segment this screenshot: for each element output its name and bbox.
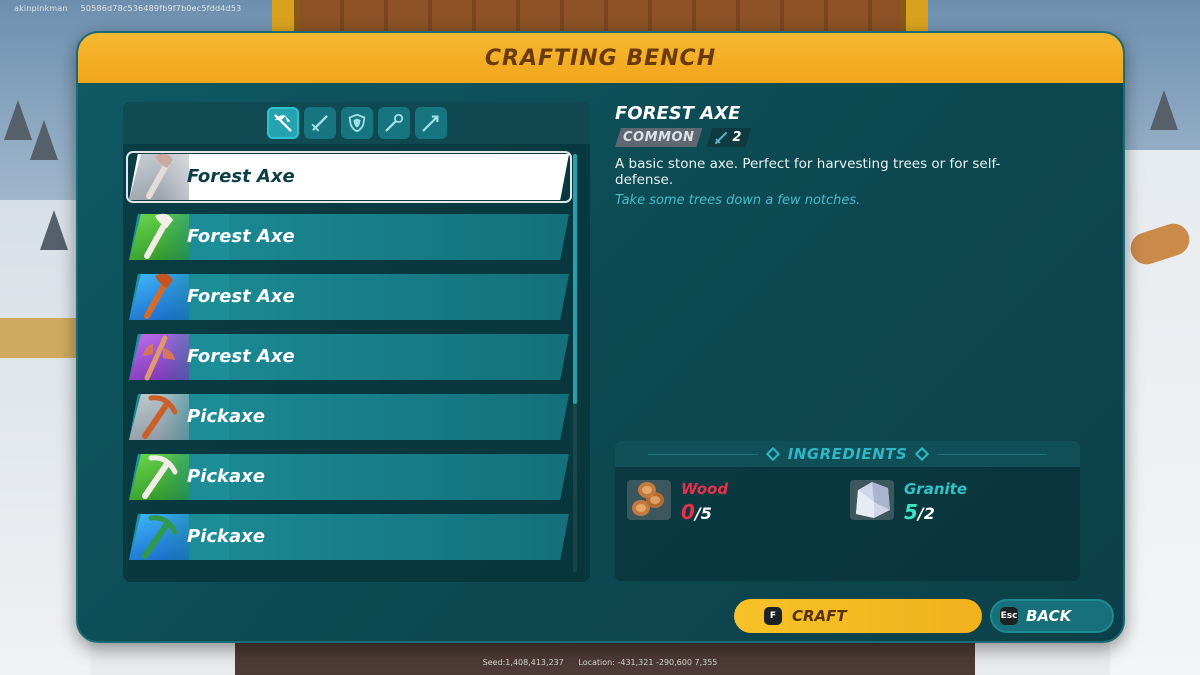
granite-icon (850, 480, 894, 520)
seed-text: Seed:1,408,413,237 (482, 658, 564, 667)
ingredient-quantity: 0/5 (681, 500, 712, 524)
recipe-item-forest-axe-common[interactable]: Forest Axe (126, 151, 572, 203)
pickaxe-icon (142, 395, 178, 439)
ingredients-title: INGREDIENTS (787, 445, 908, 463)
rarity-badge: COMMON (615, 128, 702, 147)
level-value: 2 (732, 130, 742, 145)
double-axe-icon (143, 335, 175, 381)
session-id: 50586d78c536489fb9f7b0ec5fdd4d53 (80, 4, 242, 13)
tab-weapons[interactable] (303, 107, 336, 139)
background-tree (30, 120, 58, 160)
ingredient-name: Granite (904, 480, 967, 498)
ingredient-name: Wood (681, 480, 729, 498)
recipe-label: Forest Axe (187, 226, 295, 247)
ingredient-have: 0 (681, 500, 695, 524)
background-tree (4, 100, 32, 140)
pickaxe-icon (142, 455, 178, 499)
detail-flavor-text: Take some trees down a few notches. (615, 193, 861, 208)
tab-ranged[interactable] (414, 107, 447, 139)
craft-label: CRAFT (792, 607, 847, 625)
ingredient-quantity: 5/2 (904, 500, 935, 524)
tab-tools[interactable] (266, 107, 299, 139)
wand-icon (384, 113, 403, 132)
recipe-item-forest-axe-epic[interactable]: Forest Axe (129, 334, 569, 381)
axe-icon (144, 273, 173, 319)
detail-description: A basic stone axe. Perfect for harvestin… (615, 156, 1001, 188)
sword-icon (311, 115, 328, 132)
recipe-list-panel: Forest Axe Forest Axe Forest Axe Forest … (123, 102, 590, 582)
ingredients-header: INGREDIENTS (615, 441, 1080, 467)
ingredients-panel: INGREDIENTS Wood 0/5 Granite 5/2 (615, 441, 1080, 581)
axe-icon (146, 153, 173, 199)
sword-level-icon (714, 131, 728, 145)
panel-header: CRAFTING BENCH (78, 33, 1123, 83)
diamond-icon (765, 446, 780, 462)
tab-armor[interactable] (340, 107, 373, 139)
tab-magic[interactable] (377, 107, 410, 139)
recipe-label: Forest Axe (187, 286, 295, 307)
pickaxe-icon (142, 515, 178, 559)
shield-icon (348, 113, 365, 133)
background-tree (1150, 90, 1178, 130)
panel-title: CRAFTING BENCH (484, 45, 717, 71)
crafting-panel: CRAFTING BENCH Forest Axe Forest Axe For… (76, 31, 1125, 643)
recipe-item-forest-axe-uncommon[interactable]: Forest Axe (129, 213, 569, 260)
recipe-label: Pickaxe (187, 406, 265, 427)
location-text: Location: -431,321 -290,600 7,355 (578, 658, 718, 667)
debug-overlay: akinpinkman 50586d78c536489fb9f7b0ec5fdd… (14, 4, 251, 13)
wood-logs-icon (627, 480, 671, 520)
level-badge: 2 (706, 128, 751, 147)
background-tree (40, 210, 68, 250)
detail-tags: COMMON 2 (615, 128, 1085, 147)
back-button[interactable]: Esc BACK (990, 599, 1114, 633)
list-scrollbar-thumb[interactable] (573, 154, 577, 404)
category-tabs (123, 102, 590, 144)
detail-title: FOREST AXE (615, 103, 741, 124)
ingredient-need: /2 (917, 504, 935, 523)
recipe-item-pickaxe-uncommon[interactable]: Pickaxe (129, 454, 569, 500)
world-info: Seed:1,408,413,237 Location: -431,321 -2… (0, 658, 1200, 667)
keybind-f: F (764, 607, 782, 625)
ingredient-need: /5 (694, 504, 712, 523)
ingredient-granite: Granite 5/2 (848, 474, 1058, 524)
pickaxe-axe-icon (273, 114, 292, 132)
craft-button[interactable]: F CRAFT (734, 599, 982, 633)
recipe-label: Pickaxe (187, 466, 265, 487)
recipe-item-forest-axe-rare[interactable]: Forest Axe (129, 273, 569, 320)
player-name: akinpinkman (14, 4, 68, 13)
axe-icon (144, 213, 173, 259)
ingredient-wood: Wood 0/5 (625, 474, 835, 524)
diamond-icon (915, 446, 930, 462)
recipe-detail: FOREST AXE COMMON 2 A basic stone axe. P… (615, 103, 1085, 208)
recipe-item-pickaxe-common[interactable]: Pickaxe (129, 394, 569, 440)
arrow-icon (422, 115, 439, 132)
recipe-label: Forest Axe (187, 346, 295, 367)
ingredient-have: 5 (904, 500, 918, 524)
recipe-list: Forest Axe Forest Axe Forest Axe Forest … (126, 151, 572, 574)
keybind-esc: Esc (1000, 607, 1018, 625)
recipe-label: Pickaxe (187, 526, 265, 547)
background-beam (300, 0, 900, 32)
back-label: BACK (1026, 607, 1072, 625)
recipe-label: Forest Axe (187, 166, 295, 187)
recipe-item-pickaxe-rare[interactable]: Pickaxe (129, 514, 569, 560)
